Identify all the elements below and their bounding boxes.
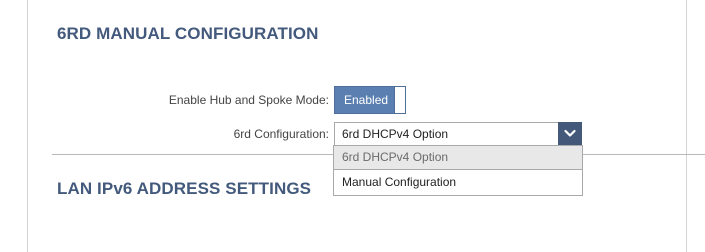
chevron-down-icon [564, 129, 576, 137]
hub-spoke-label: Enable Hub and Spoke Mode: [168, 93, 329, 107]
dropdown-option-manual-configuration[interactable]: Manual Configuration [334, 170, 582, 195]
select-current-value: 6rd DHCPv4 Option [342, 127, 449, 141]
toggle-state-label: Enabled [335, 87, 395, 113]
dropdown-option-6rd-dhcpv4[interactable]: 6rd DHCPv4 Option [334, 146, 582, 170]
toggle-knob [394, 87, 405, 113]
6rd-configuration-select[interactable]: 6rd DHCPv4 Option [334, 122, 582, 146]
select-dropdown-button[interactable] [558, 122, 582, 146]
section-title-6rd-manual-configuration: 6RD MANUAL CONFIGURATION [57, 24, 319, 43]
hub-spoke-toggle[interactable]: Enabled [334, 86, 406, 114]
section-title-lan-ipv6-address-settings: LAN IPv6 ADDRESS SETTINGS [57, 179, 312, 198]
6rd-configuration-label: 6rd Configuration: [233, 127, 329, 141]
6rd-configuration-dropdown-list: 6rd DHCPv4 Option Manual Configuration [333, 145, 583, 196]
page: 6RD MANUAL CONFIGURATION Enable Hub and … [0, 0, 705, 252]
